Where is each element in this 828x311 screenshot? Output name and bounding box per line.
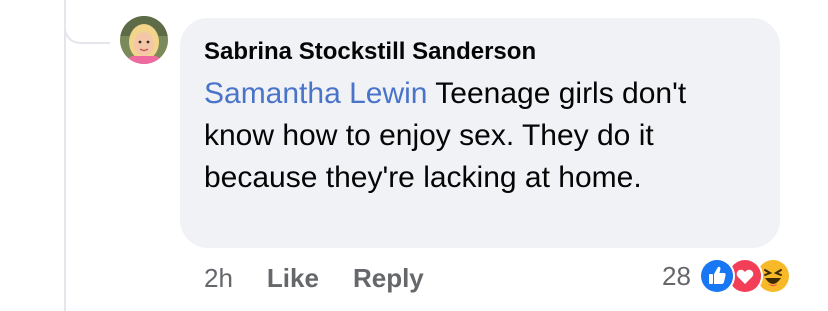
like-icon: [698, 258, 735, 294]
reaction-icons: [698, 258, 799, 294]
comment-timestamp[interactable]: 2h: [204, 263, 233, 294]
comment-body: Samantha Lewin Teenage girls don't know …: [204, 73, 764, 199]
comment-author[interactable]: Sabrina Stockstill Sanderson: [204, 37, 756, 67]
mention-link[interactable]: Samantha Lewin: [204, 77, 427, 110]
thread-line: [64, 0, 66, 311]
reply-button[interactable]: Reply: [353, 263, 424, 294]
like-button[interactable]: Like: [267, 263, 319, 294]
avatar[interactable]: [120, 16, 168, 64]
comment-actions: 2h Like Reply: [204, 262, 424, 294]
thread-branch: [64, 0, 110, 44]
comment-bubble: Sabrina Stockstill Sanderson Samantha Le…: [180, 18, 780, 248]
reactions-summary[interactable]: 28: [662, 258, 799, 294]
reaction-count: 28: [662, 260, 691, 291]
